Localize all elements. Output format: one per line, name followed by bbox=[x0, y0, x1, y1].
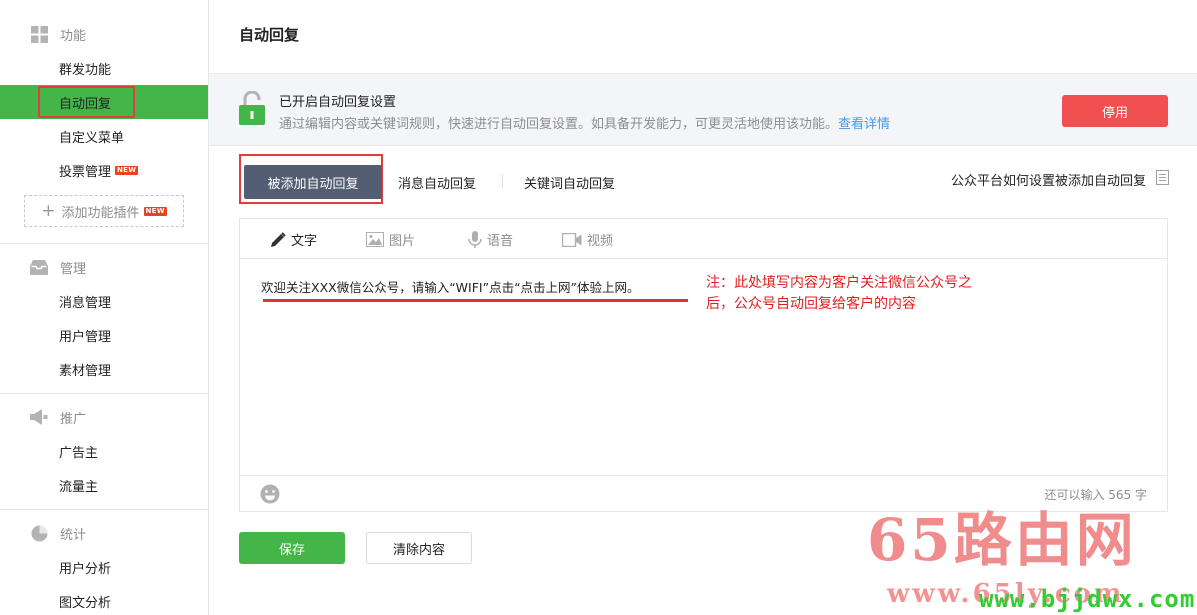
tab-divider bbox=[502, 174, 503, 188]
document-icon bbox=[1156, 170, 1169, 189]
help-link-label: 公众平台如何设置被添加自动回复 bbox=[950, 174, 1146, 189]
banner-description: 通过编辑内容或关键词规则，快速进行自动回复设置。如具备开发能力，可更灵活地使用该… bbox=[279, 113, 890, 132]
reply-editor: 文字 图片 语音 视频 欢迎关注XXX微信公众号，请输入“WIFI”点击“点击上… bbox=[239, 218, 1168, 512]
sidebar-item-mass-send[interactable]: 群发功能 bbox=[0, 51, 208, 85]
sidebar-item-custom-menu[interactable]: 自定义菜单 bbox=[0, 119, 208, 153]
sidebar-item-label: 自定义菜单 bbox=[59, 130, 125, 146]
sidebar-item-messages[interactable]: 消息管理 bbox=[0, 284, 208, 318]
tab-message-auto-reply[interactable]: 消息自动回复 bbox=[398, 173, 476, 192]
section-title: 功能 bbox=[60, 28, 87, 44]
sidebar-item-label: 群发功能 bbox=[59, 62, 112, 78]
section-header-promote: 推广 bbox=[0, 400, 208, 434]
reply-type-tabs: 被添加自动回复 消息自动回复 关键词自动回复 公众平台如何设置被添加自动回复 bbox=[239, 154, 1169, 204]
banner-description-text: 通过编辑内容或关键词规则，快速进行自动回复设置。如具备开发能力，可更灵活地使用该… bbox=[279, 117, 839, 132]
sidebar-item-vote[interactable]: 投票管理 NEW bbox=[0, 153, 208, 187]
sidebar-item-label: 用户分析 bbox=[59, 561, 112, 577]
section-header-features: 功能 bbox=[0, 17, 208, 51]
sidebar-item-user-analysis[interactable]: 用户分析 bbox=[0, 550, 208, 584]
video-icon bbox=[562, 232, 582, 247]
inbox-icon bbox=[30, 258, 48, 276]
tab-image[interactable]: 图片 bbox=[366, 230, 415, 249]
tab-label: 视频 bbox=[587, 234, 614, 249]
unlock-icon bbox=[239, 90, 265, 129]
sidebar-item-label: 广告主 bbox=[59, 445, 99, 461]
highlight-box: 被添加自动回复 bbox=[239, 154, 383, 204]
reply-text-area[interactable]: 欢迎关注XXX微信公众号，请输入“WIFI”点击“点击上网”体验上网。 注：此处… bbox=[240, 260, 1167, 477]
plus-icon: + bbox=[41, 200, 56, 221]
tab-label: 语音 bbox=[487, 234, 514, 249]
sidebar-item-label: 消息管理 bbox=[59, 295, 112, 311]
watermark-title: 65路由网 bbox=[867, 506, 1137, 574]
section-title: 管理 bbox=[60, 261, 87, 277]
annotation-note: 注：此处填写内容为客户关注微信公众号之后，公众号自动回复给客户的内容 bbox=[706, 275, 972, 312]
sidebar: 功能 群发功能 自动回复 自定义菜单 投票管理 NEW + 添加功能插件 NEW… bbox=[0, 0, 209, 615]
sidebar-item-users[interactable]: 用户管理 bbox=[0, 318, 208, 352]
view-details-link[interactable]: 查看详情 bbox=[838, 117, 890, 132]
tab-label: 图片 bbox=[389, 234, 416, 249]
banner-title: 已开启自动回复设置 bbox=[279, 95, 397, 110]
pie-chart-icon bbox=[30, 524, 48, 542]
highlight-box bbox=[38, 86, 135, 118]
tab-text[interactable]: 文字 bbox=[270, 230, 317, 249]
sidebar-item-materials[interactable]: 素材管理 bbox=[0, 352, 208, 386]
sidebar-item-label: 图文分析 bbox=[59, 595, 112, 611]
watermark-url-green: www.bjjdwx.com bbox=[979, 585, 1196, 613]
save-button[interactable]: 保存 bbox=[239, 532, 345, 564]
emoji-icon[interactable] bbox=[260, 484, 280, 508]
status-banner: 已开启自动回复设置 通过编辑内容或关键词规则，快速进行自动回复设置。如具备开发能… bbox=[209, 73, 1197, 146]
watermark: 65路由网 www.65ly.com www.bjjdwx.com bbox=[859, 493, 1197, 615]
sidebar-item-label: 素材管理 bbox=[59, 363, 112, 379]
grid-icon bbox=[30, 25, 48, 43]
sidebar-item-publisher[interactable]: 流量主 bbox=[0, 468, 208, 502]
main-content: 自动回复 已开启自动回复设置 通过编辑内容或关键词规则，快速进行自动回复设置。如… bbox=[209, 0, 1197, 615]
add-plugin-button[interactable]: + 添加功能插件 NEW bbox=[24, 195, 184, 227]
pencil-icon bbox=[270, 231, 286, 248]
tab-video[interactable]: 视频 bbox=[562, 230, 613, 249]
section-header-stats: 统计 bbox=[0, 516, 208, 550]
sidebar-item-label: 投票管理 bbox=[59, 164, 112, 180]
sidebar-item-article-analysis[interactable]: 图文分析 bbox=[0, 584, 208, 615]
content-type-tabs: 文字 图片 语音 视频 bbox=[240, 219, 1167, 259]
add-plugin-label: 添加功能插件 bbox=[61, 205, 140, 221]
sidebar-item-auto-reply[interactable]: 自动回复 bbox=[0, 85, 208, 119]
tab-keyword-auto-reply[interactable]: 关键词自动回复 bbox=[524, 173, 615, 192]
new-badge: NEW bbox=[143, 206, 167, 216]
tab-label: 文字 bbox=[291, 234, 318, 249]
clear-content-button[interactable]: 清除内容 bbox=[366, 532, 472, 564]
tab-voice[interactable]: 语音 bbox=[468, 230, 513, 249]
section-title: 统计 bbox=[60, 527, 87, 543]
disable-button[interactable]: 停用 bbox=[1062, 95, 1168, 127]
new-badge: NEW bbox=[115, 165, 139, 175]
page-title: 自动回复 bbox=[239, 26, 300, 44]
help-link[interactable]: 公众平台如何设置被添加自动回复 bbox=[951, 170, 1169, 189]
section-title: 推广 bbox=[60, 411, 87, 427]
sidebar-item-advertiser[interactable]: 广告主 bbox=[0, 434, 208, 468]
sidebar-item-label: 用户管理 bbox=[59, 329, 112, 345]
image-icon bbox=[366, 232, 384, 247]
annotation-underline bbox=[263, 299, 688, 302]
microphone-icon bbox=[468, 230, 482, 249]
page: 功能 群发功能 自动回复 自定义菜单 投票管理 NEW + 添加功能插件 NEW… bbox=[0, 0, 1197, 615]
sidebar-item-label: 流量主 bbox=[59, 479, 99, 495]
section-header-manage: 管理 bbox=[0, 250, 208, 284]
tab-added-auto-reply[interactable]: 被添加自动回复 bbox=[244, 165, 382, 199]
reply-content: 欢迎关注XXX微信公众号，请输入“WIFI”点击“点击上网”体验上网。 bbox=[261, 280, 640, 295]
megaphone-icon bbox=[30, 408, 48, 426]
